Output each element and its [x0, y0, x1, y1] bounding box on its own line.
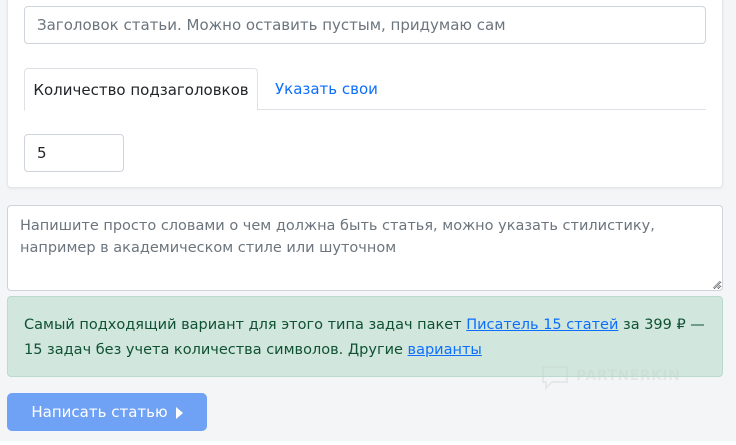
write-article-label: Написать статью [31, 403, 168, 421]
page: Количество подзаголовков Указать свои Са… [0, 0, 736, 445]
subheadings-tabs: Количество подзаголовков Указать свои [24, 68, 706, 111]
write-article-button[interactable]: Написать статью [7, 393, 207, 431]
play-icon [175, 406, 183, 419]
package-recommendation-alert: Самый подходящий вариант для этого типа … [7, 296, 723, 377]
article-title-input[interactable] [24, 6, 706, 44]
article-description-textarea[interactable] [7, 205, 723, 291]
subheadings-count-input[interactable] [24, 134, 124, 172]
tab-custom-subheadings[interactable]: Указать свои [275, 68, 378, 110]
package-link[interactable]: Писатель 15 статей [466, 317, 618, 333]
alert-text-start: Самый подходящий вариант для этого типа … [24, 317, 467, 333]
card-bottom-edge [0, 441, 736, 445]
tab-subheadings-count[interactable]: Количество подзаголовков [24, 68, 258, 111]
variants-link[interactable]: варианты [408, 342, 482, 358]
